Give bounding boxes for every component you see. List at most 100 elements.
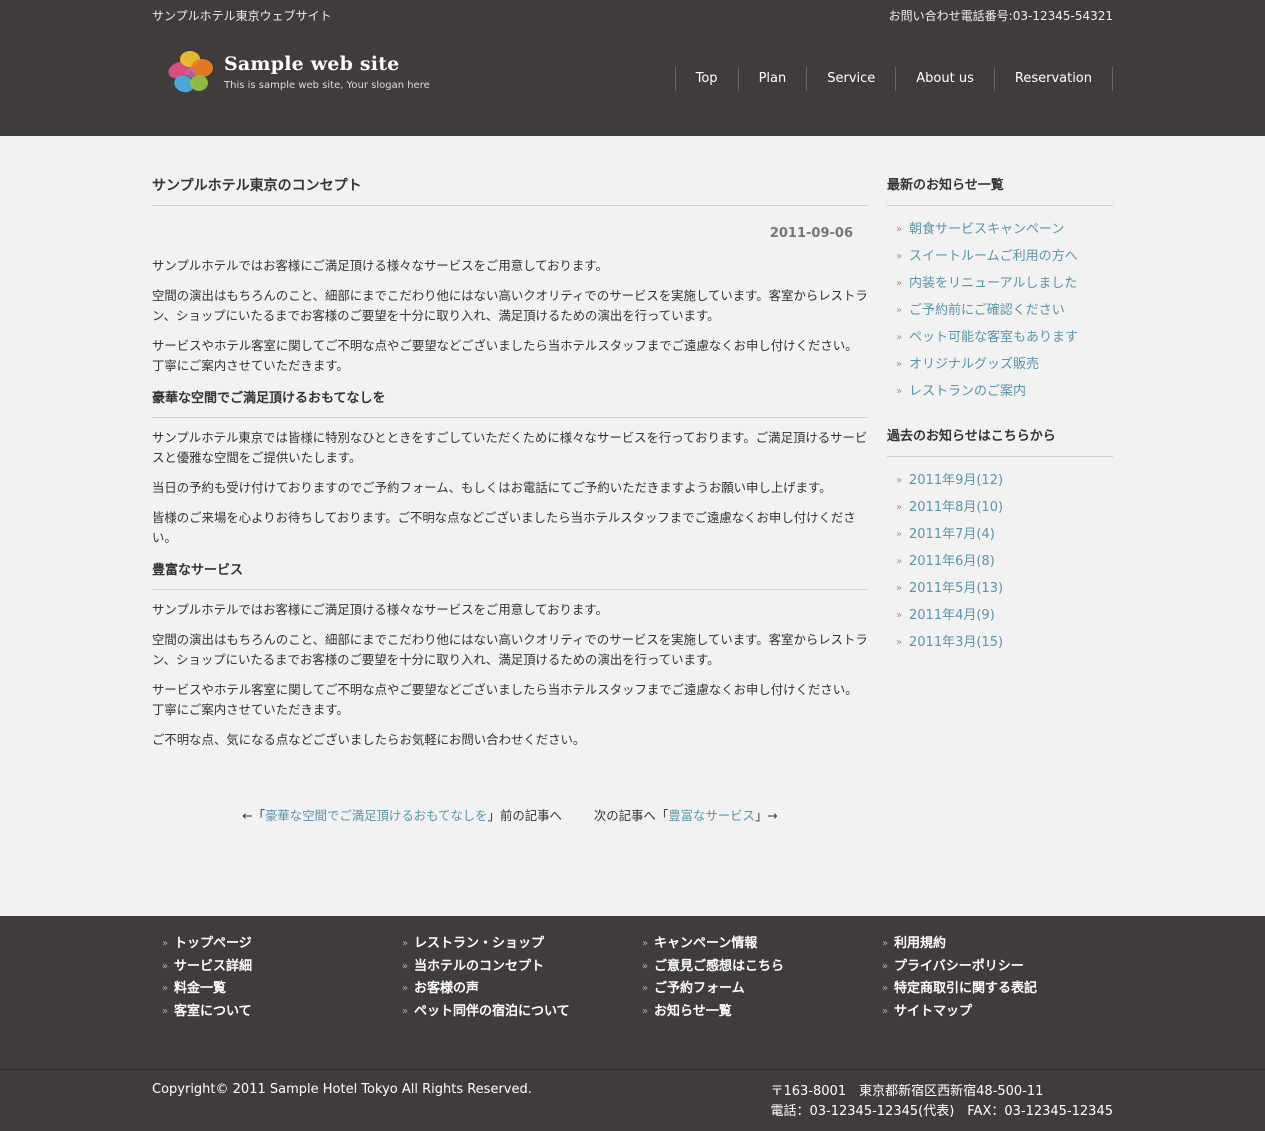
archive-link[interactable]: 2011年7月(4) <box>909 527 995 542</box>
archive-link[interactable]: 2011年5月(13) <box>909 581 1003 596</box>
list-item: » ペット可能な客室もあります <box>887 328 1113 355</box>
flower-logo-icon <box>168 51 213 93</box>
archive-link[interactable]: 2011年9月(12) <box>909 473 1003 488</box>
footer-link-label: 利用規約 <box>894 936 947 951</box>
news-link[interactable]: 内装をリニューアルしました <box>909 276 1077 291</box>
news-link[interactable]: スイートルームご利用の方へ <box>909 249 1078 264</box>
footer-link[interactable]: » お知らせ一覧 <box>632 1002 872 1025</box>
article-paragraph: 当日の予約も受け付けておりますのでご予約フォーム、もしくはお電話にてご予約いただ… <box>152 480 832 495</box>
footer-column: » トップページ » サービス詳細 » 料金一覧 » 客室について <box>152 934 392 1025</box>
footer-link[interactable]: » サイトマップ <box>872 1002 1112 1025</box>
prev-article-link[interactable]: 豪華な空間でご満足頂けるおもてなしを <box>265 808 488 823</box>
news-link[interactable]: レストランのご案内 <box>909 384 1026 399</box>
footer-link-label: キャンペーン情報 <box>654 936 758 951</box>
footer-link-label: 当ホテルのコンセプト <box>414 958 545 974</box>
copyright: Copyright© 2011 Sample Hotel Tokyo All R… <box>152 1082 532 1097</box>
site-logo[interactable]: Sample web site This is sample web site,… <box>164 46 444 98</box>
site-name: サンプルホテル東京ウェブサイト <box>152 9 332 23</box>
bullet-icon: » <box>896 386 903 397</box>
footer-link-label: トップページ <box>174 936 252 951</box>
list-item: » 2011年5月(13) <box>887 579 1113 606</box>
bullet-icon: » <box>896 637 903 648</box>
footer-link[interactable]: » お客様の声 <box>392 979 632 1002</box>
nav-about-us[interactable]: About us <box>896 67 995 91</box>
footer-link-label: ペット同伴の宿泊について <box>414 1004 570 1020</box>
list-item: » 2011年8月(10) <box>887 498 1113 525</box>
bullet-icon: » <box>162 1006 169 1018</box>
article-paragraph: サービスやホテル客室に関してご不明な点やご要望などございましたら当ホテルスタッフ… <box>152 682 858 717</box>
news-link[interactable]: オリジナルグッズ販売 <box>909 357 1039 372</box>
prev-article: ←「豪華な空間でご満足頂けるおもてなしを」前の記事へ <box>242 806 562 824</box>
nav-reservation[interactable]: Reservation <box>995 67 1113 91</box>
archive-link[interactable]: 2011年4月(9) <box>909 608 995 623</box>
footer-link[interactable]: » ペット同伴の宿泊について <box>392 1002 632 1025</box>
footer-link[interactable]: » 利用規約 <box>872 934 1112 957</box>
bullet-icon: » <box>402 983 409 995</box>
footer-link[interactable]: » プライバシーポリシー <box>872 957 1112 980</box>
list-item: » ご予約前にご確認ください <box>887 301 1113 328</box>
bullet-icon: » <box>896 583 903 594</box>
logo-title: Sample web site <box>224 53 400 75</box>
site-header: サンプルホテル東京ウェブサイト お問い合わせ電話番号:03-12345-5432… <box>0 0 1265 136</box>
footer-link[interactable]: » 料金一覧 <box>152 979 392 1002</box>
bullet-icon: » <box>162 960 169 972</box>
footer-link[interactable]: » 当ホテルのコンセプト <box>392 957 632 980</box>
list-item: » 2011年9月(12) <box>887 471 1113 498</box>
next-article: 次の記事へ「豊富なサービス」→ <box>594 806 778 824</box>
footer-link[interactable]: » ご予約フォーム <box>632 979 872 1002</box>
nav-top[interactable]: Top <box>676 67 739 91</box>
bullet-icon: » <box>896 556 903 567</box>
footer-link-label: 客室について <box>174 1004 252 1020</box>
archive-link[interactable]: 2011年3月(15) <box>909 635 1003 650</box>
footer-link-label: プライバシーポリシー <box>894 958 1024 974</box>
bullet-icon: » <box>882 983 889 995</box>
bullet-icon: » <box>882 960 889 972</box>
footer-link-label: サービス詳細 <box>174 958 253 974</box>
bullet-icon: » <box>896 529 903 540</box>
nav-service[interactable]: Service <box>807 67 897 91</box>
news-list: » 朝食サービスキャンペーン » スイートルームご利用の方へ » 内装をリニューアルし… <box>887 220 1113 409</box>
bullet-icon: » <box>896 610 903 621</box>
footer-link[interactable]: » レストラン・ショップ <box>392 934 632 957</box>
footer-link-label: ご予約フォーム <box>654 981 745 997</box>
article-paragraph: ご不明な点、気になる点などございましたらお気軽にお問い合わせください。 <box>152 732 586 747</box>
footer-link-label: お客様の声 <box>414 981 480 997</box>
footer-link-label: 料金一覧 <box>174 981 227 997</box>
footer-link[interactable]: » サービス詳細 <box>152 957 392 980</box>
list-item: » 2011年6月(8) <box>887 552 1113 579</box>
news-link[interactable]: ペット可能な客室もあります <box>909 330 1078 345</box>
next-suffix: 」→ <box>754 808 778 823</box>
address-line: 〒163-8001 東京都新宿区西新宿48-500-11 <box>770 1084 1044 1099</box>
logo-slogan: This is sample web site, Your slogan her… <box>224 80 430 91</box>
list-item: » スイートルームご利用の方へ <box>887 247 1113 274</box>
bullet-icon: » <box>402 960 409 972</box>
news-link[interactable]: 朝食サービスキャンペーン <box>909 222 1064 237</box>
main-nav: Top Plan Service About us Reservation <box>674 67 1113 91</box>
contact-phone: お問い合わせ電話番号:03-12345-54321 <box>888 9 1113 23</box>
news-title: 最新のお知らせ一覧 <box>887 176 1113 206</box>
bullet-icon: » <box>642 1006 649 1018</box>
next-prefix: 次の記事へ「 <box>593 808 669 823</box>
footer-column: » キャンペーン情報 » ご意見ご感想はこちら » ご予約フォーム » お知らせ一覧 <box>632 934 872 1025</box>
footer-link[interactable]: » キャンペーン情報 <box>632 934 872 957</box>
footer-link[interactable]: » 客室について <box>152 1002 392 1025</box>
list-item: » 2011年7月(4) <box>887 525 1113 552</box>
bullet-icon: » <box>642 938 649 949</box>
bullet-icon: » <box>896 332 903 343</box>
bullet-icon: » <box>642 983 649 995</box>
nav-plan[interactable]: Plan <box>739 67 808 91</box>
footer-link[interactable]: » 特定商取引に関する表記 <box>872 979 1112 1002</box>
footer-link[interactable]: » トップページ <box>152 934 392 957</box>
bullet-icon: » <box>896 502 903 513</box>
bullet-icon: » <box>896 251 903 262</box>
news-link[interactable]: ご予約前にご確認ください <box>909 303 1065 318</box>
footer-link[interactable]: » ご意見ご感想はこちら <box>632 957 872 980</box>
archive-link[interactable]: 2011年8月(10) <box>909 500 1003 515</box>
next-article-link[interactable]: 豊富なサービス <box>668 808 755 823</box>
article-paragraph: サンプルホテル東京では皆様に特別なひとときをすごしていただくために様々なサービス… <box>152 430 868 465</box>
archive-link[interactable]: 2011年6月(8) <box>909 554 995 569</box>
article-paragraph: 皆様のご来場を心よりお待ちしております。ご不明な点などございましたら当ホテルスタ… <box>152 510 856 545</box>
footer-link-label: サイトマップ <box>894 1004 973 1020</box>
footer-link-label: お知らせ一覧 <box>654 1004 732 1020</box>
site-footer: » トップページ » サービス詳細 » 料金一覧 » 客室について » レストラン・ショッ… <box>0 916 1265 1131</box>
